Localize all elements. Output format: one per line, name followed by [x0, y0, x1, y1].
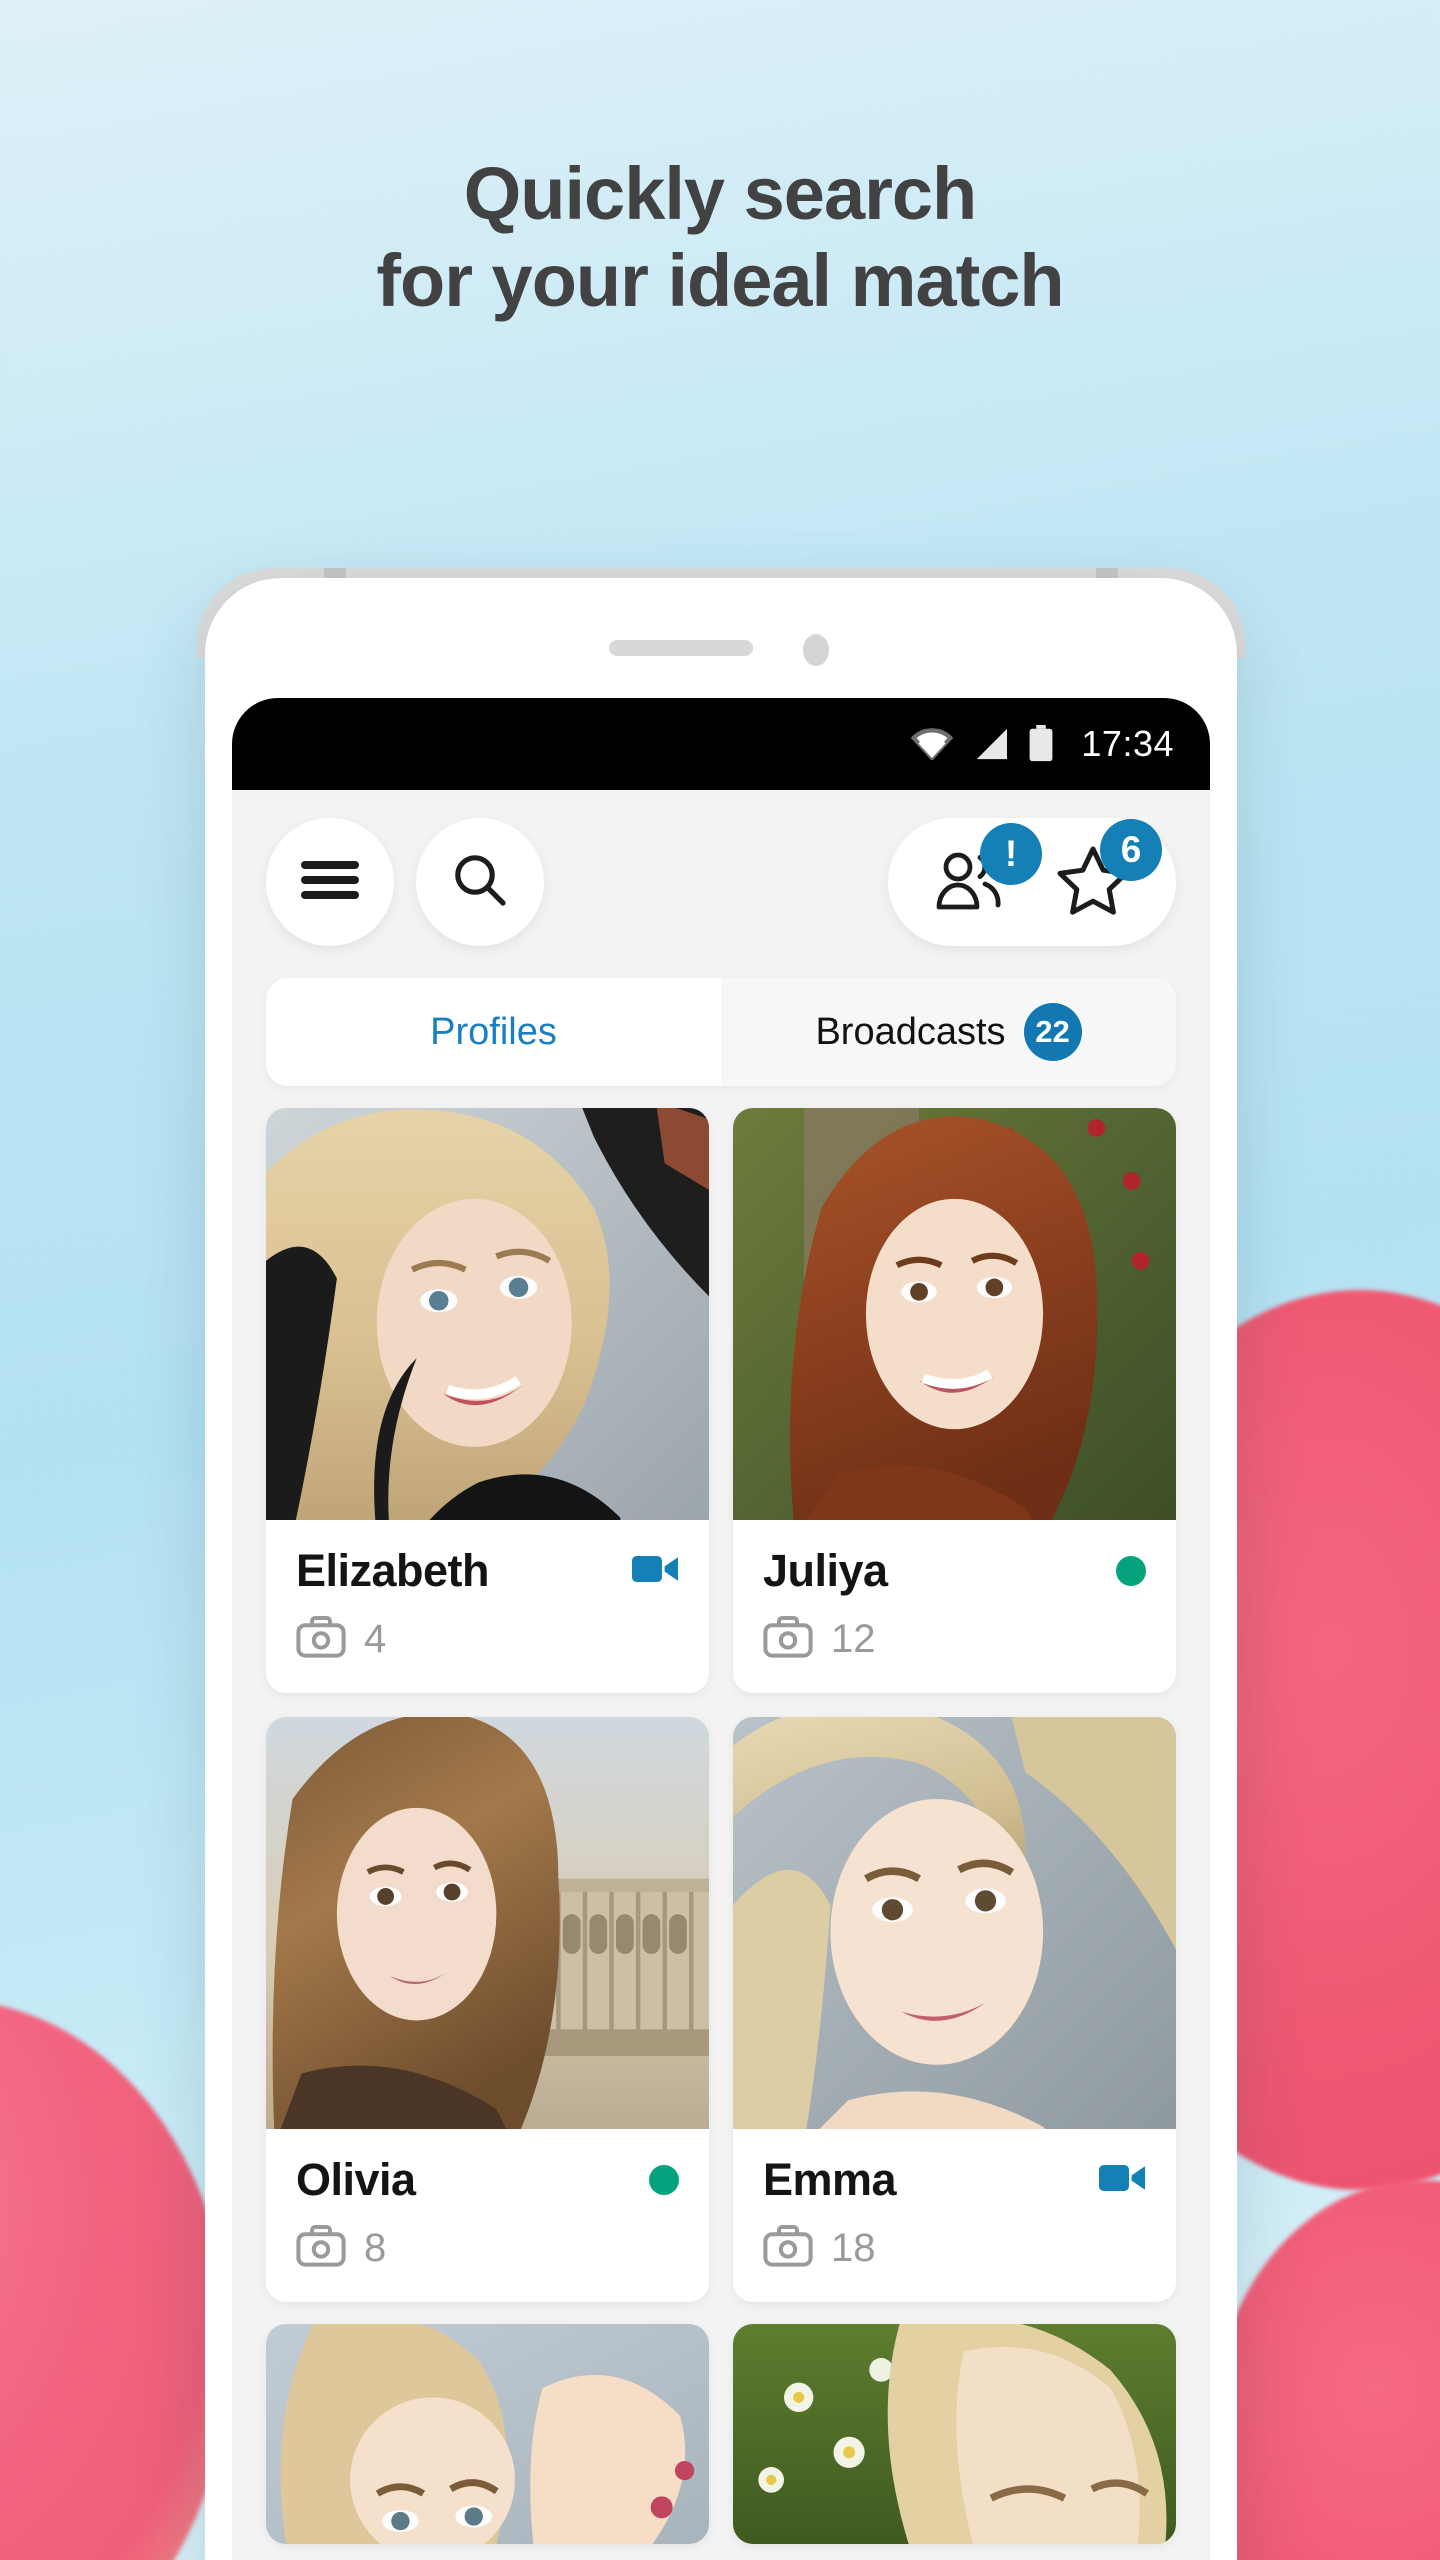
tab-profiles-label: Profiles: [430, 1010, 557, 1053]
profile-card-top-row: Elizabeth: [296, 1542, 679, 1600]
profile-photo[interactable]: [733, 2324, 1176, 2544]
app-header: ! 6: [232, 790, 1210, 964]
profile-card[interactable]: Elizabeth 4: [266, 1108, 709, 1693]
camera-icon: [296, 2225, 346, 2272]
headline-line-2: for your ideal match: [376, 239, 1064, 323]
video-camera-icon[interactable]: [631, 1552, 679, 1591]
search-icon: [451, 851, 509, 914]
online-dot-icon: [649, 2165, 679, 2195]
profile-photo[interactable]: [266, 1717, 709, 2129]
profile-card-body: Olivia 8: [266, 2129, 709, 2302]
profile-photo-count: 12: [831, 1617, 876, 1661]
profile-card-body: Elizabeth 4: [266, 1520, 709, 1693]
wifi-icon: [911, 728, 954, 760]
phone-mockup: 17:34 ! 6 Profiles Broadcasts 22 Elizabe…: [205, 578, 1237, 2560]
profile-card[interactable]: Juliya 12: [733, 1108, 1176, 1693]
status-bar-clock: 17:34: [1081, 723, 1174, 764]
profile-card[interactable]: Emma 18: [733, 1717, 1176, 2302]
profile-card-top-row: Emma: [763, 2151, 1146, 2209]
battery-icon: [1027, 725, 1055, 763]
tab-bar: Profiles Broadcasts 22: [266, 978, 1176, 1086]
favorites-badge: 6: [1100, 818, 1162, 881]
profile-name: Juliya: [763, 1545, 888, 1596]
tab-profiles[interactable]: Profiles: [266, 978, 721, 1086]
phone-front-camera: [803, 634, 829, 666]
profile-card-top-row: Olivia: [296, 2151, 679, 2209]
profile-grid: Elizabeth 4 Juliya 12 Olivia 8 Emma 18: [266, 1108, 1176, 2302]
contacts-badge: !: [980, 822, 1042, 885]
favorites-button[interactable]: 6: [1056, 818, 1162, 920]
profile-card[interactable]: [733, 2324, 1176, 2544]
profile-photo-count-row: 18: [763, 2225, 1146, 2272]
profile-grid-partial: [266, 2324, 1176, 2544]
camera-icon: [763, 1616, 813, 1663]
profile-card-top-row: Juliya: [763, 1542, 1146, 1600]
profile-name: Olivia: [296, 2154, 416, 2205]
profile-card-body: Emma 18: [733, 2129, 1176, 2302]
profile-card-body: Juliya 12: [733, 1520, 1176, 1693]
profile-photo-count: 8: [364, 2226, 387, 2270]
profile-photo-count-row: 4: [296, 1616, 679, 1663]
tab-broadcasts[interactable]: Broadcasts 22: [721, 978, 1176, 1086]
profile-photo-count-row: 8: [296, 2225, 679, 2272]
profile-photo[interactable]: [733, 1717, 1176, 2129]
decorative-blob-left: [0, 2000, 230, 2560]
profile-photo[interactable]: [266, 1108, 709, 1520]
cellular-signal-icon: [971, 727, 1009, 761]
online-dot-icon: [1116, 1556, 1146, 1586]
search-button[interactable]: [416, 818, 544, 946]
promo-headline: Quickly search for your ideal match: [0, 150, 1440, 325]
phone-speaker-grille: [609, 640, 753, 656]
tab-broadcasts-label: Broadcasts: [815, 1010, 1006, 1053]
profile-card[interactable]: [266, 2324, 709, 2544]
profile-name: Emma: [763, 2154, 897, 2205]
profile-photo-count-row: 12: [763, 1616, 1146, 1663]
header-actions-pill: ! 6: [888, 818, 1176, 946]
camera-icon: [763, 2225, 813, 2272]
contacts-button[interactable]: !: [934, 822, 1042, 916]
hamburger-menu-icon: [299, 857, 361, 908]
video-camera-icon[interactable]: [1098, 2161, 1146, 2200]
profile-card[interactable]: Olivia 8: [266, 1717, 709, 2302]
profile-name: Elizabeth: [296, 1545, 490, 1596]
tab-broadcasts-badge: 22: [1023, 1003, 1082, 1061]
menu-button[interactable]: [266, 818, 394, 946]
status-bar: 17:34: [232, 698, 1210, 790]
app-screen: ! 6 Profiles Broadcasts 22 Elizabeth 4 J…: [232, 790, 1210, 2560]
decorative-blob-right-lower: [1210, 2180, 1440, 2560]
profile-photo[interactable]: [266, 2324, 709, 2544]
profile-photo-count: 18: [831, 2226, 876, 2270]
profile-photo[interactable]: [733, 1108, 1176, 1520]
headline-line-1: Quickly search: [463, 152, 978, 235]
profile-photo-count: 4: [364, 1617, 387, 1661]
camera-icon: [296, 1616, 346, 1663]
